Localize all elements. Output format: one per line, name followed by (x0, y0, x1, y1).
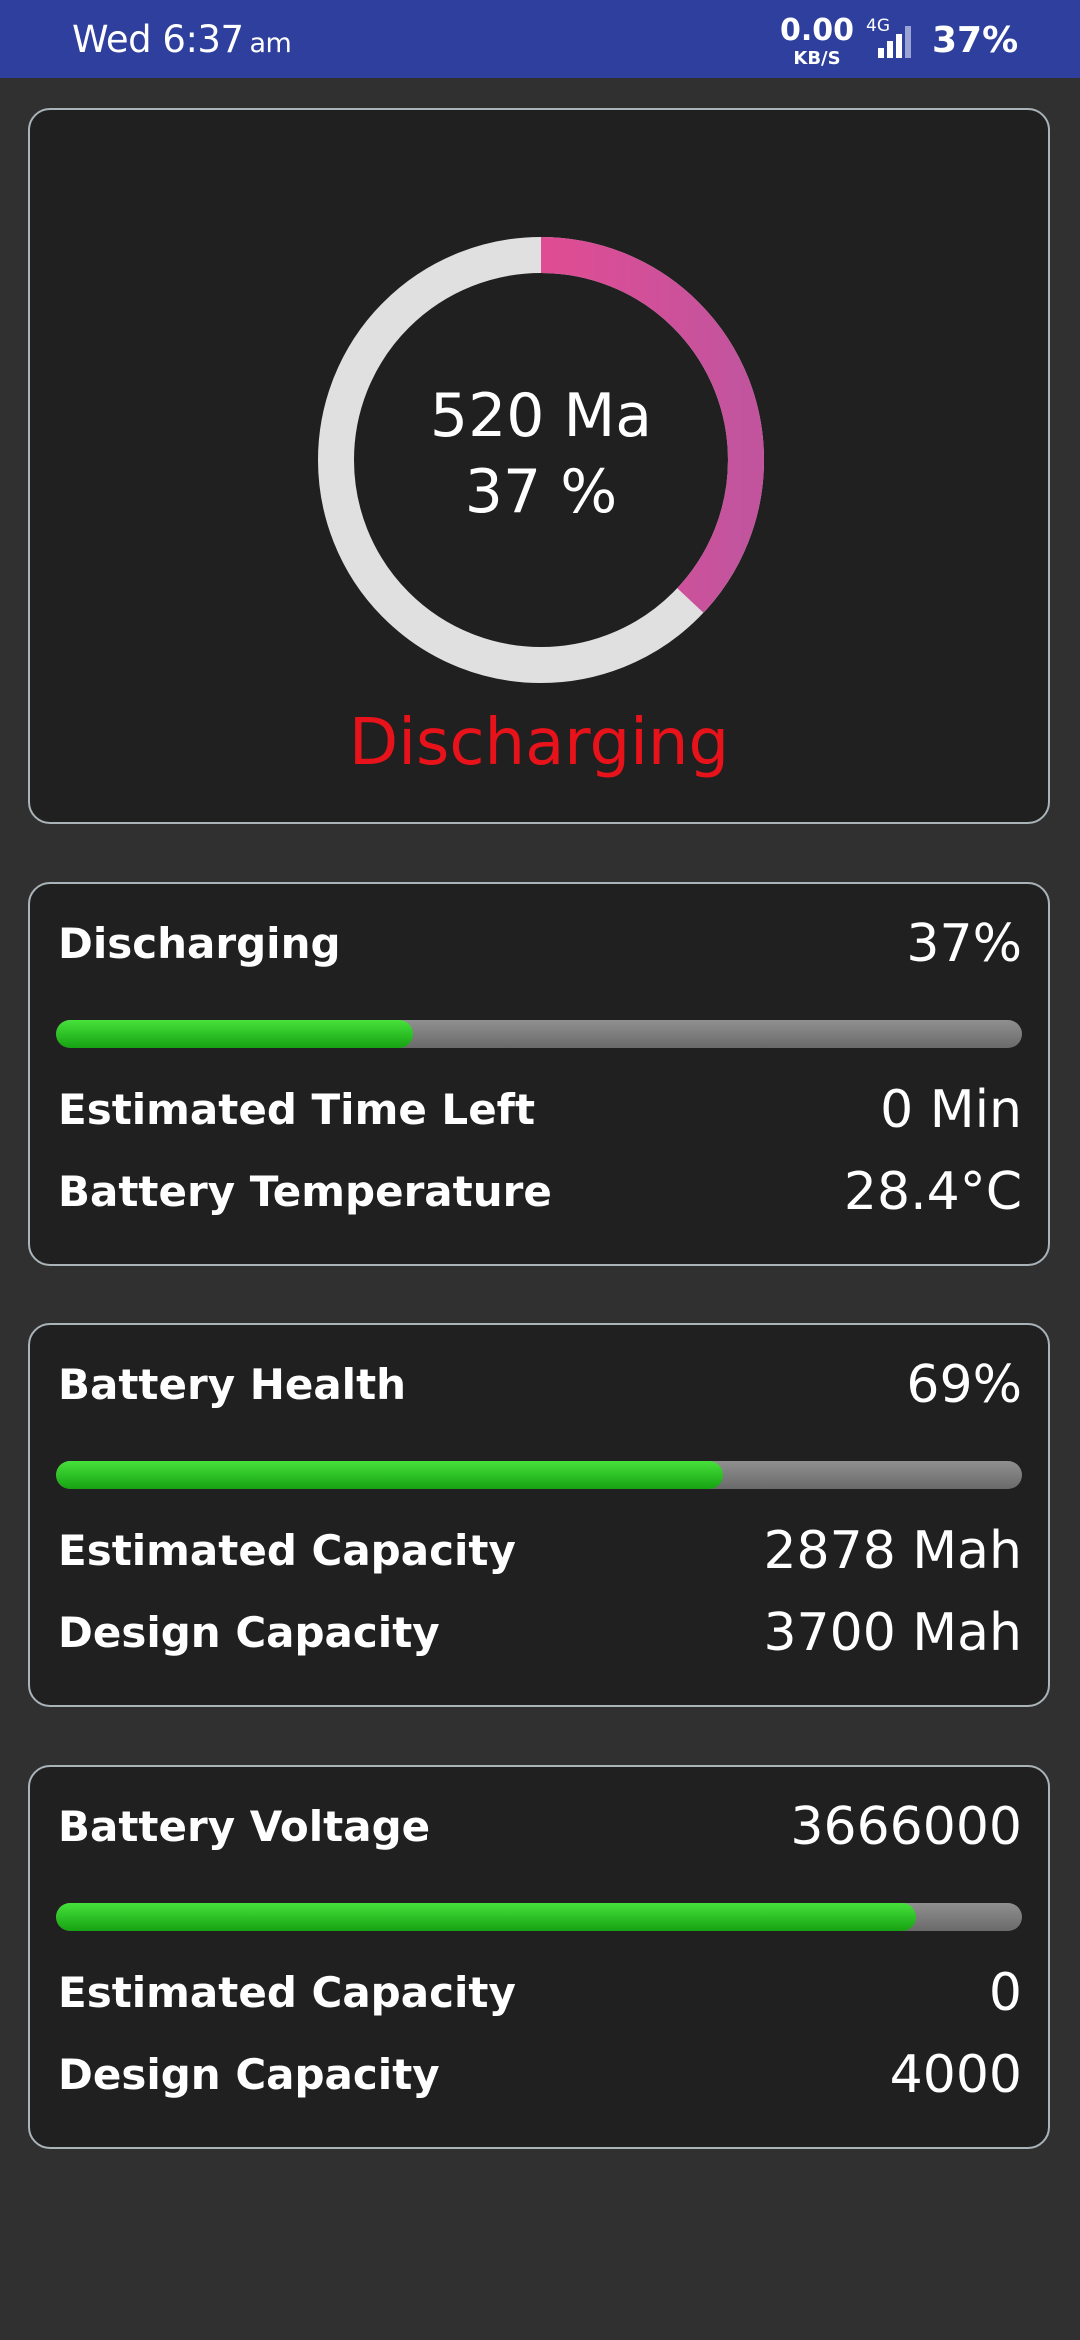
time-left-label: Estimated Time Left (58, 1085, 536, 1134)
temperature-value: 28.4°C (843, 1162, 1022, 1222)
discharge-percent: 37% (906, 914, 1022, 974)
discharge-progress-fill (56, 1020, 414, 1048)
gauge-current-value: 520 Ma (429, 381, 653, 451)
time-left-value: 0 Min (880, 1080, 1022, 1140)
health-progress-fill (56, 1461, 723, 1489)
voltage-value: 3666000 (790, 1797, 1022, 1857)
status-time: Wed 6:37 am (72, 18, 292, 61)
voltage-estimated-capacity-value: 0 (988, 1963, 1022, 2023)
gauge-readout: 520 Ma 37 % (317, 378, 765, 530)
voltage-design-capacity-row: Design Capacity 4000 (58, 2045, 1022, 2105)
voltage-progress-fill (56, 1903, 916, 1931)
health-progress-bar (56, 1461, 1022, 1489)
current-gauge-card: 520 Ma 37 % Discharging (28, 108, 1050, 824)
voltage-header-row: Battery Voltage 3666000 (58, 1797, 1022, 1857)
network-speed-unit: KB/S (793, 48, 841, 69)
temperature-row: Battery Temperature 28.4°C (58, 1162, 1022, 1222)
time-left-row: Estimated Time Left 0 Min (58, 1080, 1022, 1140)
battery-voltage-card: Battery Voltage 3666000 Estimated Capaci… (28, 1765, 1050, 2149)
voltage-design-capacity-label: Design Capacity (58, 2050, 440, 2099)
status-time-ampm: am (249, 28, 292, 59)
status-time-value: Wed 6:37 (72, 18, 244, 61)
voltage-estimated-capacity-label: Estimated Capacity (58, 1968, 516, 2017)
design-capacity-value: 3700 Mah (763, 1603, 1022, 1663)
voltage-estimated-capacity-row: Estimated Capacity 0 (58, 1963, 1022, 2023)
gauge-percent-value: 37 % (464, 457, 618, 527)
discharge-progress-bar (56, 1020, 1022, 1048)
voltage-progress-bar (56, 1903, 1022, 1931)
discharge-card: Discharging 37% Estimated Time Left 0 Mi… (28, 882, 1050, 1266)
temperature-label: Battery Temperature (58, 1167, 552, 1216)
health-percent: 69% (906, 1355, 1022, 1415)
status-bar: Wed 6:37 am 0.00 KB/S 4G 37% (0, 0, 1080, 78)
estimated-capacity-label: Estimated Capacity (58, 1526, 516, 1575)
voltage-design-capacity-value: 4000 (889, 2045, 1022, 2105)
charging-status-label: Discharging (348, 706, 730, 780)
voltage-title: Battery Voltage (58, 1802, 431, 1851)
status-battery-percent: 37% (932, 20, 1019, 61)
network-speed: 0.00 KB/S (780, 16, 854, 68)
discharge-header-row: Discharging 37% (58, 914, 1022, 974)
design-capacity-label: Design Capacity (58, 1608, 440, 1657)
discharge-title: Discharging (58, 919, 341, 968)
health-header-row: Battery Health 69% (58, 1355, 1022, 1415)
design-capacity-row: Design Capacity 3700 Mah (58, 1603, 1022, 1663)
estimated-capacity-row: Estimated Capacity 2878 Mah (58, 1521, 1022, 1581)
battery-health-card: Battery Health 69% Estimated Capacity 28… (28, 1323, 1050, 1707)
signal-strength-icon (878, 26, 911, 58)
network-speed-value: 0.00 (780, 13, 855, 48)
health-title: Battery Health (58, 1360, 407, 1409)
estimated-capacity-value: 2878 Mah (763, 1521, 1022, 1581)
